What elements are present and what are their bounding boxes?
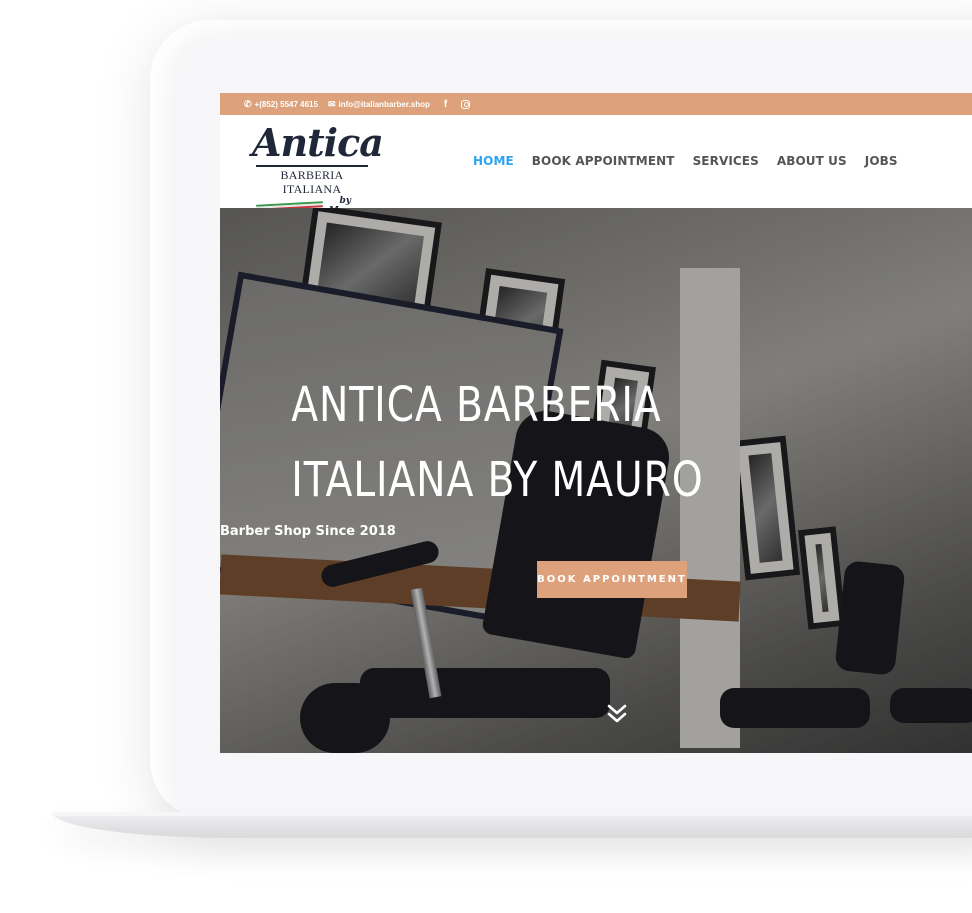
email-link[interactable]: ✉ info@italianbarber.shop [328,99,430,110]
main-nav: HOME BOOK APPOINTMENT SERVICES ABOUT US … [473,154,898,168]
phone-link[interactable]: ✆ +(852) 5547 4615 [244,99,318,110]
facebook-icon[interactable]: f [444,99,447,110]
site-header: Antica BARBERIA ITALIANA by Mauro HOME B… [220,115,972,216]
instagram-icon[interactable] [461,99,471,109]
logo-subtitle: BARBERIA ITALIANA [280,167,344,196]
hero-section: ANTICA BARBERIA ITALIANA BY MAURO Barber… [220,208,972,753]
logo-script-text: Antica [252,120,384,165]
envelope-icon: ✉ [327,98,336,109]
logo-divider [256,165,368,167]
hero-title-line-2: ITALIANA BY MAURO [291,452,704,508]
book-appointment-button[interactable]: BOOK APPOINTMENT [537,561,687,598]
nav-services[interactable]: SERVICES [693,154,759,168]
hero-subtitle: Barber Shop Since 2018 [220,524,396,539]
logo[interactable]: Antica BARBERIA ITALIANA by Mauro [252,120,384,216]
hero-title-line-1: ANTICA BARBERIA [291,377,662,433]
phone-icon: ✆ [244,98,252,109]
nav-about-us[interactable]: ABOUT US [777,154,847,168]
hero-title: ANTICA BARBERIA ITALIANA BY MAURO [291,368,940,518]
nav-home[interactable]: HOME [473,154,514,168]
nav-jobs[interactable]: JOBS [865,154,898,168]
double-chevron-down-icon[interactable] [605,702,629,726]
email-address: info@italianbarber.shop [338,99,430,109]
phone-number: +(852) 5547 4615 [254,99,318,109]
nav-book-appointment[interactable]: BOOK APPOINTMENT [532,154,675,168]
website-screen: ✆ +(852) 5547 4615 ✉ info@italianbarber.… [220,93,972,753]
laptop-base-lip [52,812,972,816]
top-contact-bar: ✆ +(852) 5547 4615 ✉ info@italianbarber.… [220,93,972,115]
